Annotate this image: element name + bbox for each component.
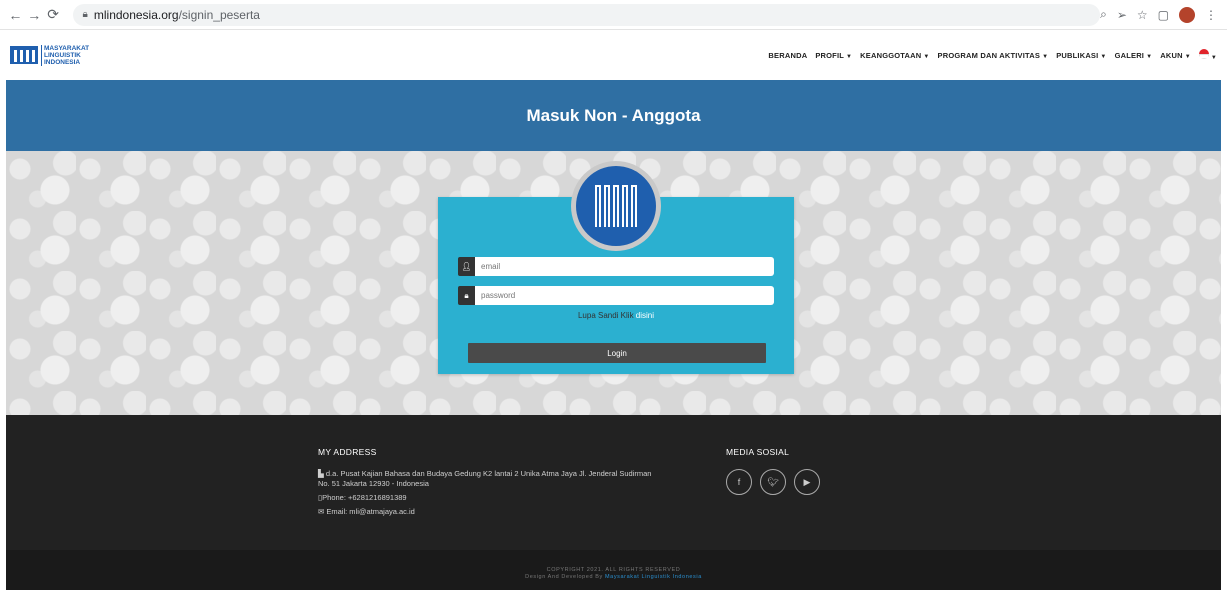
forgot-password-text: Lupa Sandi Klik disini <box>438 311 794 320</box>
profile-avatar[interactable] <box>1179 6 1195 23</box>
lock-icon: 🔒︎ <box>82 9 88 20</box>
nav-item-akun[interactable]: AKUN ▼ <box>1160 51 1191 60</box>
caret-down-icon: ▼ <box>1042 53 1049 60</box>
logo-text: MASYARAKAT LINGUISTIK INDONESIA <box>41 44 90 66</box>
nav-label: GALERI <box>1114 50 1145 60</box>
youtube-icon[interactable]: ▶ <box>794 469 820 495</box>
page-title-band: Masuk Non - Anggota <box>6 80 1221 151</box>
address-heading: MY ADDRESS <box>318 447 377 457</box>
caret-down-icon: ▼ <box>1184 53 1191 60</box>
logo-line: INDONESIA <box>44 58 81 66</box>
site-logo[interactable]: MASYARAKAT LINGUISTIK INDONESIA <box>10 44 90 66</box>
forgot-label: Lupa Sandi Klik <box>577 311 634 320</box>
email-field-group: 👤︎ <box>458 257 774 276</box>
lock-icon: 🔒︎ <box>458 286 475 305</box>
password-field-group: 🔒︎ <box>458 286 774 305</box>
caret-down-icon: ▼ <box>1100 53 1107 60</box>
nav-label: PUBLIKASI <box>1056 50 1099 60</box>
facebook-icon[interactable]: f <box>726 469 752 495</box>
main-nav: BERANDA PROFIL ▼ KEANGGOTAAN ▼ PROGRAM DAN… <box>768 49 1217 61</box>
sidepanel-icon[interactable]: ▢ <box>1158 8 1169 22</box>
forgot-password-link[interactable]: disini <box>636 311 654 320</box>
footer: MY ADDRESS ▙ d.a. Pusat Kajian Bahasa da… <box>6 415 1221 550</box>
address-line-2: No. 51 Jakarta 12930 - Indonesia <box>318 479 429 488</box>
back-icon[interactable]: ← <box>6 5 25 25</box>
nav-label: PROGRAM DAN AKTIVITAS <box>937 50 1041 60</box>
address-line-1: d.a. Pusat Kajian Bahasa dan Budaya Gedu… <box>325 469 652 478</box>
background-pattern: 👤︎ 🔒︎ Lupa Sandi Klik disini Login <box>6 151 1221 415</box>
logo-line: MASYARAKAT <box>44 44 90 52</box>
mli-emblem-icon <box>571 161 661 251</box>
user-icon: 👤︎ <box>458 257 475 276</box>
copyright-bar: COPYRIGHT 2021. ALL RIGHTS RESERVED Desi… <box>6 550 1221 590</box>
url-domain: mlindonesia.org <box>93 7 179 22</box>
address-text: ▙ d.a. Pusat Kajian Bahasa dan Budaya Ge… <box>318 469 718 489</box>
caret-down-icon: ▼ <box>1210 55 1217 61</box>
browser-toolbar: ← → ⟳ 🔒︎ mlindonesia.org/signin_peserta … <box>0 0 1227 30</box>
phone-text: ▯Phone: +6281216891389 <box>318 493 718 503</box>
nav-label: KEANGGOTAAN <box>860 50 922 60</box>
forward-icon[interactable]: → <box>25 5 44 25</box>
copyright-text: COPYRIGHT 2021. ALL RIGHTS RESERVED <box>546 567 681 573</box>
reload-icon[interactable]: ⟳ <box>44 5 63 25</box>
twitter-icon[interactable]: 🐦︎ <box>760 469 786 495</box>
caret-down-icon: ▼ <box>923 53 930 60</box>
phone-value: Phone: +6281216891389 <box>322 493 407 502</box>
caret-down-icon: ▼ <box>846 53 853 60</box>
nav-item-galeri[interactable]: GALERI ▼ <box>1115 51 1153 60</box>
site-header: MASYARAKAT LINGUISTIK INDONESIA BERANDA … <box>0 30 1227 80</box>
email-value: Email: mli@atmajaya.ac.id <box>326 507 415 516</box>
social-heading: MEDIA SOSIAL <box>726 447 790 457</box>
nav-label: PROFIL <box>815 50 845 60</box>
nav-item-publikasi[interactable]: PUBLIKASI ▼ <box>1056 51 1106 60</box>
nav-item-beranda[interactable]: BERANDA <box>768 51 807 60</box>
indonesia-flag-icon <box>1198 49 1209 59</box>
password-input[interactable] <box>475 286 774 305</box>
share-icon[interactable]: ➢ <box>1117 8 1127 22</box>
zoom-icon[interactable]: ⌕ <box>1100 7 1107 22</box>
login-panel: 👤︎ 🔒︎ Lupa Sandi Klik disini Login <box>438 161 794 374</box>
nav-label: AKUN <box>1160 50 1183 60</box>
language-selector[interactable]: ▼ <box>1198 49 1217 61</box>
email-input[interactable] <box>475 257 774 276</box>
url-path: /signin_peserta <box>178 7 260 22</box>
developed-by-label: Design And Developed By <box>525 574 603 580</box>
bookmark-star-icon[interactable]: ☆ <box>1137 8 1148 22</box>
nav-item-profil[interactable]: PROFIL ▼ <box>815 51 852 60</box>
building-icon: ▙ <box>318 469 326 478</box>
caret-down-icon: ▼ <box>1146 53 1153 60</box>
address-section: MY ADDRESS ▙ d.a. Pusat Kajian Bahasa da… <box>318 447 718 521</box>
email-text: ✉ Email: mli@atmajaya.ac.id <box>318 507 718 517</box>
nav-item-keanggotaan[interactable]: KEANGGOTAAN ▼ <box>860 51 929 60</box>
developer-link[interactable]: Maysarakat Linguistik Indonesia <box>605 574 702 580</box>
page-title: Masuk Non - Anggota <box>526 105 701 125</box>
logo-line: LINGUISTIK <box>44 51 81 59</box>
login-button[interactable]: Login <box>468 343 766 363</box>
nav-item-program[interactable]: PROGRAM DAN AKTIVITAS ▼ <box>938 51 1049 60</box>
developer-credit: Design And Developed By Maysarakat Lingu… <box>6 574 1221 581</box>
address-bar[interactable]: 🔒︎ mlindonesia.org/signin_peserta <box>72 3 1101 26</box>
social-section: MEDIA SOSIAL f 🐦︎ ▶ <box>726 447 820 495</box>
logo-mark-icon <box>10 46 38 64</box>
menu-kebab-icon[interactable]: ⋮ <box>1205 8 1217 22</box>
